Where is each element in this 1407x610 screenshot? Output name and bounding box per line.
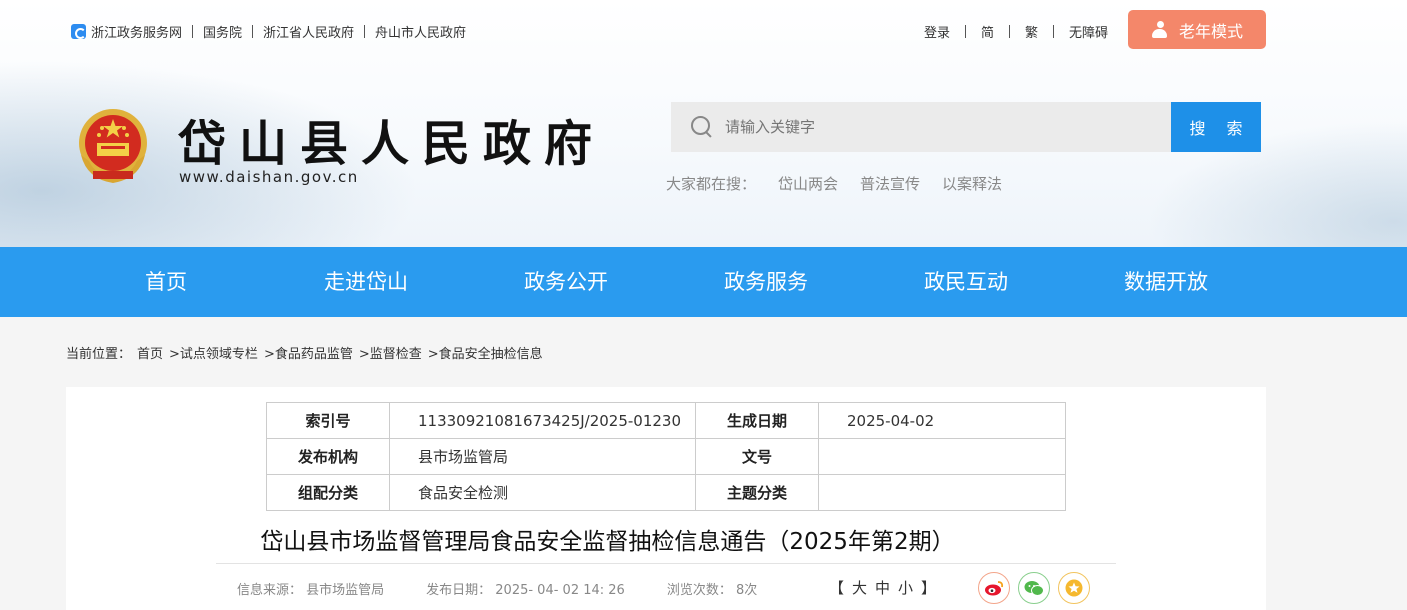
breadcrumb-item[interactable]: >试点领域专栏: [169, 343, 258, 362]
meta-value: 11330921081673425J/2025-01230: [389, 402, 696, 439]
nav-about-daishan[interactable]: 走进岱山: [296, 247, 436, 317]
link-zhejiang-gov[interactable]: 浙江省人民政府: [263, 22, 354, 41]
site-url: www.daishan.gov.cn: [179, 168, 359, 186]
breadcrumb-label: 当前位置：: [66, 347, 132, 362]
hot-searches: 大家都在搜： 岱山两会 普法宣传 以案释法: [666, 173, 1002, 194]
document-title: 岱山县市场监督管理局食品安全监督抽检信息通告（2025年第2期）: [260, 529, 955, 555]
user-links: 登录 简 繁 无障碍: [924, 22, 1108, 41]
link-state-council[interactable]: 国务院: [203, 22, 242, 41]
divider: [1053, 25, 1055, 38]
hot-search-item[interactable]: 以案释法: [942, 173, 1002, 194]
meta-value: [818, 438, 1066, 475]
breadcrumb-item[interactable]: >食品安全抽检信息: [428, 343, 543, 362]
breadcrumb-item[interactable]: >食品药品监管: [264, 343, 353, 362]
top-links: 浙江政务服务网 国务院 浙江省人民政府 舟山市人民政府: [71, 22, 466, 41]
nav-gov-affairs[interactable]: 政务公开: [496, 247, 636, 317]
document-meta-table: 索引号 11330921081673425J/2025-01230 生成日期 2…: [266, 402, 1066, 511]
search-button[interactable]: 搜 索: [1171, 102, 1261, 152]
elder-mode-button[interactable]: 老年模式: [1128, 10, 1266, 49]
nav-interaction[interactable]: 政民互动: [896, 247, 1036, 317]
table-row: 组配分类 食品安全检测 主题分类: [266, 474, 1066, 511]
table-row: 发布机构 县市场监管局 文号: [266, 438, 1066, 475]
simplified-link[interactable]: 简: [981, 22, 994, 41]
accessibility-link[interactable]: 无障碍: [1069, 22, 1108, 41]
search-input[interactable]: [725, 118, 1145, 136]
link-zhejiang-service[interactable]: 浙江政务服务网: [91, 22, 182, 41]
breadcrumb: 当前位置： 首页 >试点领域专栏 >食品药品监管 >监督检查 >食品安全抽检信息: [66, 343, 549, 362]
nav-gov-services[interactable]: 政务服务: [696, 247, 836, 317]
zhejiang-service-icon: [71, 24, 86, 39]
divider: [192, 25, 194, 38]
login-link[interactable]: 登录: [924, 22, 950, 41]
divider: [216, 563, 1116, 564]
nav-open-data[interactable]: 数据开放: [1096, 247, 1236, 317]
link-zhoushan-gov[interactable]: 舟山市人民政府: [375, 22, 466, 41]
info-published: 发布日期： 2025- 04- 02 14: 26: [426, 583, 625, 598]
meta-label: 发布机构: [266, 438, 390, 475]
site-title: 岱山县人民政府: [178, 116, 606, 172]
site-header: 浙江政务服务网 国务院 浙江省人民政府 舟山市人民政府 登录 简 繁 无障碍 老…: [0, 0, 1407, 247]
meta-value: 2025-04-02: [818, 402, 1066, 439]
divider: [252, 25, 254, 38]
meta-value: 县市场监管局: [389, 438, 696, 475]
meta-label: 生成日期: [695, 402, 819, 439]
hot-searches-label: 大家都在搜：: [666, 175, 757, 193]
breadcrumb-item[interactable]: >监督检查: [359, 343, 422, 362]
nav-home[interactable]: 首页: [96, 247, 236, 317]
divider: [1009, 25, 1011, 38]
meta-label: 主题分类: [695, 474, 819, 511]
info-source: 信息来源： 县市场监管局: [237, 583, 385, 598]
breadcrumb-item[interactable]: 首页: [137, 343, 163, 362]
traditional-link[interactable]: 繁: [1025, 22, 1038, 41]
meta-value: 食品安全检测: [389, 474, 696, 511]
main-nav: 首页 走进岱山 政务公开 政务服务 政民互动 数据开放: [0, 247, 1407, 317]
national-emblem-icon: [79, 109, 147, 183]
info-views: 浏览次数： 8次: [666, 583, 758, 598]
search-icon: [691, 116, 713, 138]
meta-label: 索引号: [266, 402, 390, 439]
font-size-switch[interactable]: 【大中小】: [829, 577, 944, 598]
divider: [965, 25, 967, 38]
elder-mode-label: 老年模式: [1178, 21, 1243, 41]
weibo-icon[interactable]: [978, 572, 1010, 604]
meta-label: 组配分类: [266, 474, 390, 511]
hot-search-item[interactable]: 普法宣传: [860, 173, 920, 194]
document-info: 信息来源： 县市场监管局 发布日期： 2025- 04- 02 14: 26 浏…: [237, 579, 757, 598]
divider: [364, 25, 366, 38]
meta-value: [818, 474, 1066, 511]
content-panel: 索引号 11330921081673425J/2025-01230 生成日期 2…: [66, 387, 1266, 610]
wechat-icon[interactable]: [1018, 572, 1050, 604]
table-row: 索引号 11330921081673425J/2025-01230 生成日期 2…: [266, 402, 1066, 439]
meta-label: 文号: [695, 438, 819, 475]
star-icon[interactable]: [1058, 572, 1090, 604]
hot-search-item[interactable]: 岱山两会: [778, 173, 838, 194]
elder-person-icon: [1151, 20, 1169, 39]
search-box: [671, 102, 1171, 152]
